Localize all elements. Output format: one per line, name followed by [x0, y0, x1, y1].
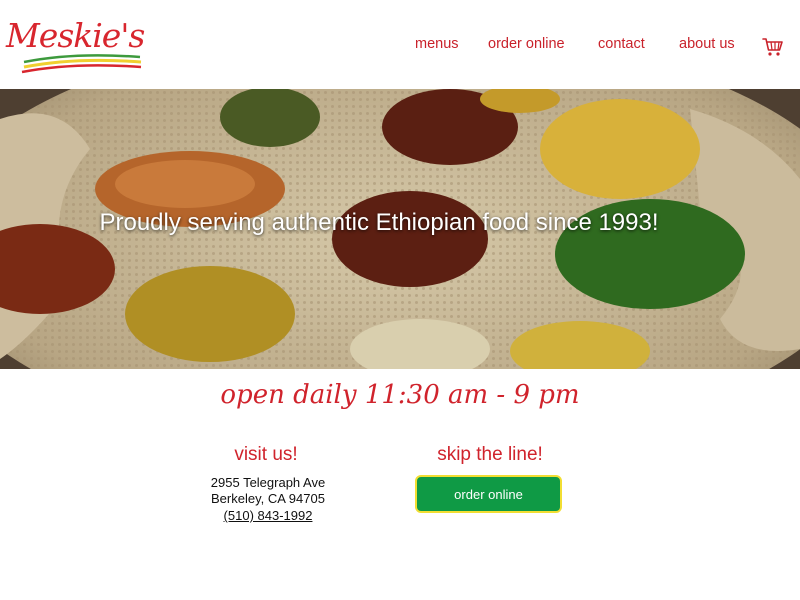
site-header: Meskie's menus order online contact abou… [0, 0, 800, 89]
logo-text: Meskie's [6, 16, 145, 55]
nav-menus-link[interactable]: menus [415, 36, 459, 56]
nav-order-online-link[interactable]: order online [488, 36, 565, 56]
hero-tagline: Proudly serving authentic Ethiopian food… [99, 209, 659, 236]
cart-icon[interactable] [762, 37, 784, 57]
address-city: Berkeley, CA 94705 [211, 491, 325, 506]
visit-us-heading: visit us! [234, 444, 298, 465]
order-online-button[interactable]: order online [415, 475, 562, 513]
opening-hours: open daily 11:30 am - 9 pm [220, 380, 580, 410]
address-street: 2955 Telegraph Ave [210, 475, 326, 490]
brand-logo[interactable]: Meskie's [4, 12, 145, 76]
nav-contact-link[interactable]: contact [598, 36, 645, 56]
hero-banner: Proudly serving authentic Ethiopian food… [0, 89, 800, 369]
skip-the-line-heading: skip the line! [437, 444, 543, 465]
nav-about-us-link[interactable]: about us [679, 36, 735, 56]
phone-link[interactable]: (510) 843-1992 [190, 508, 346, 523]
